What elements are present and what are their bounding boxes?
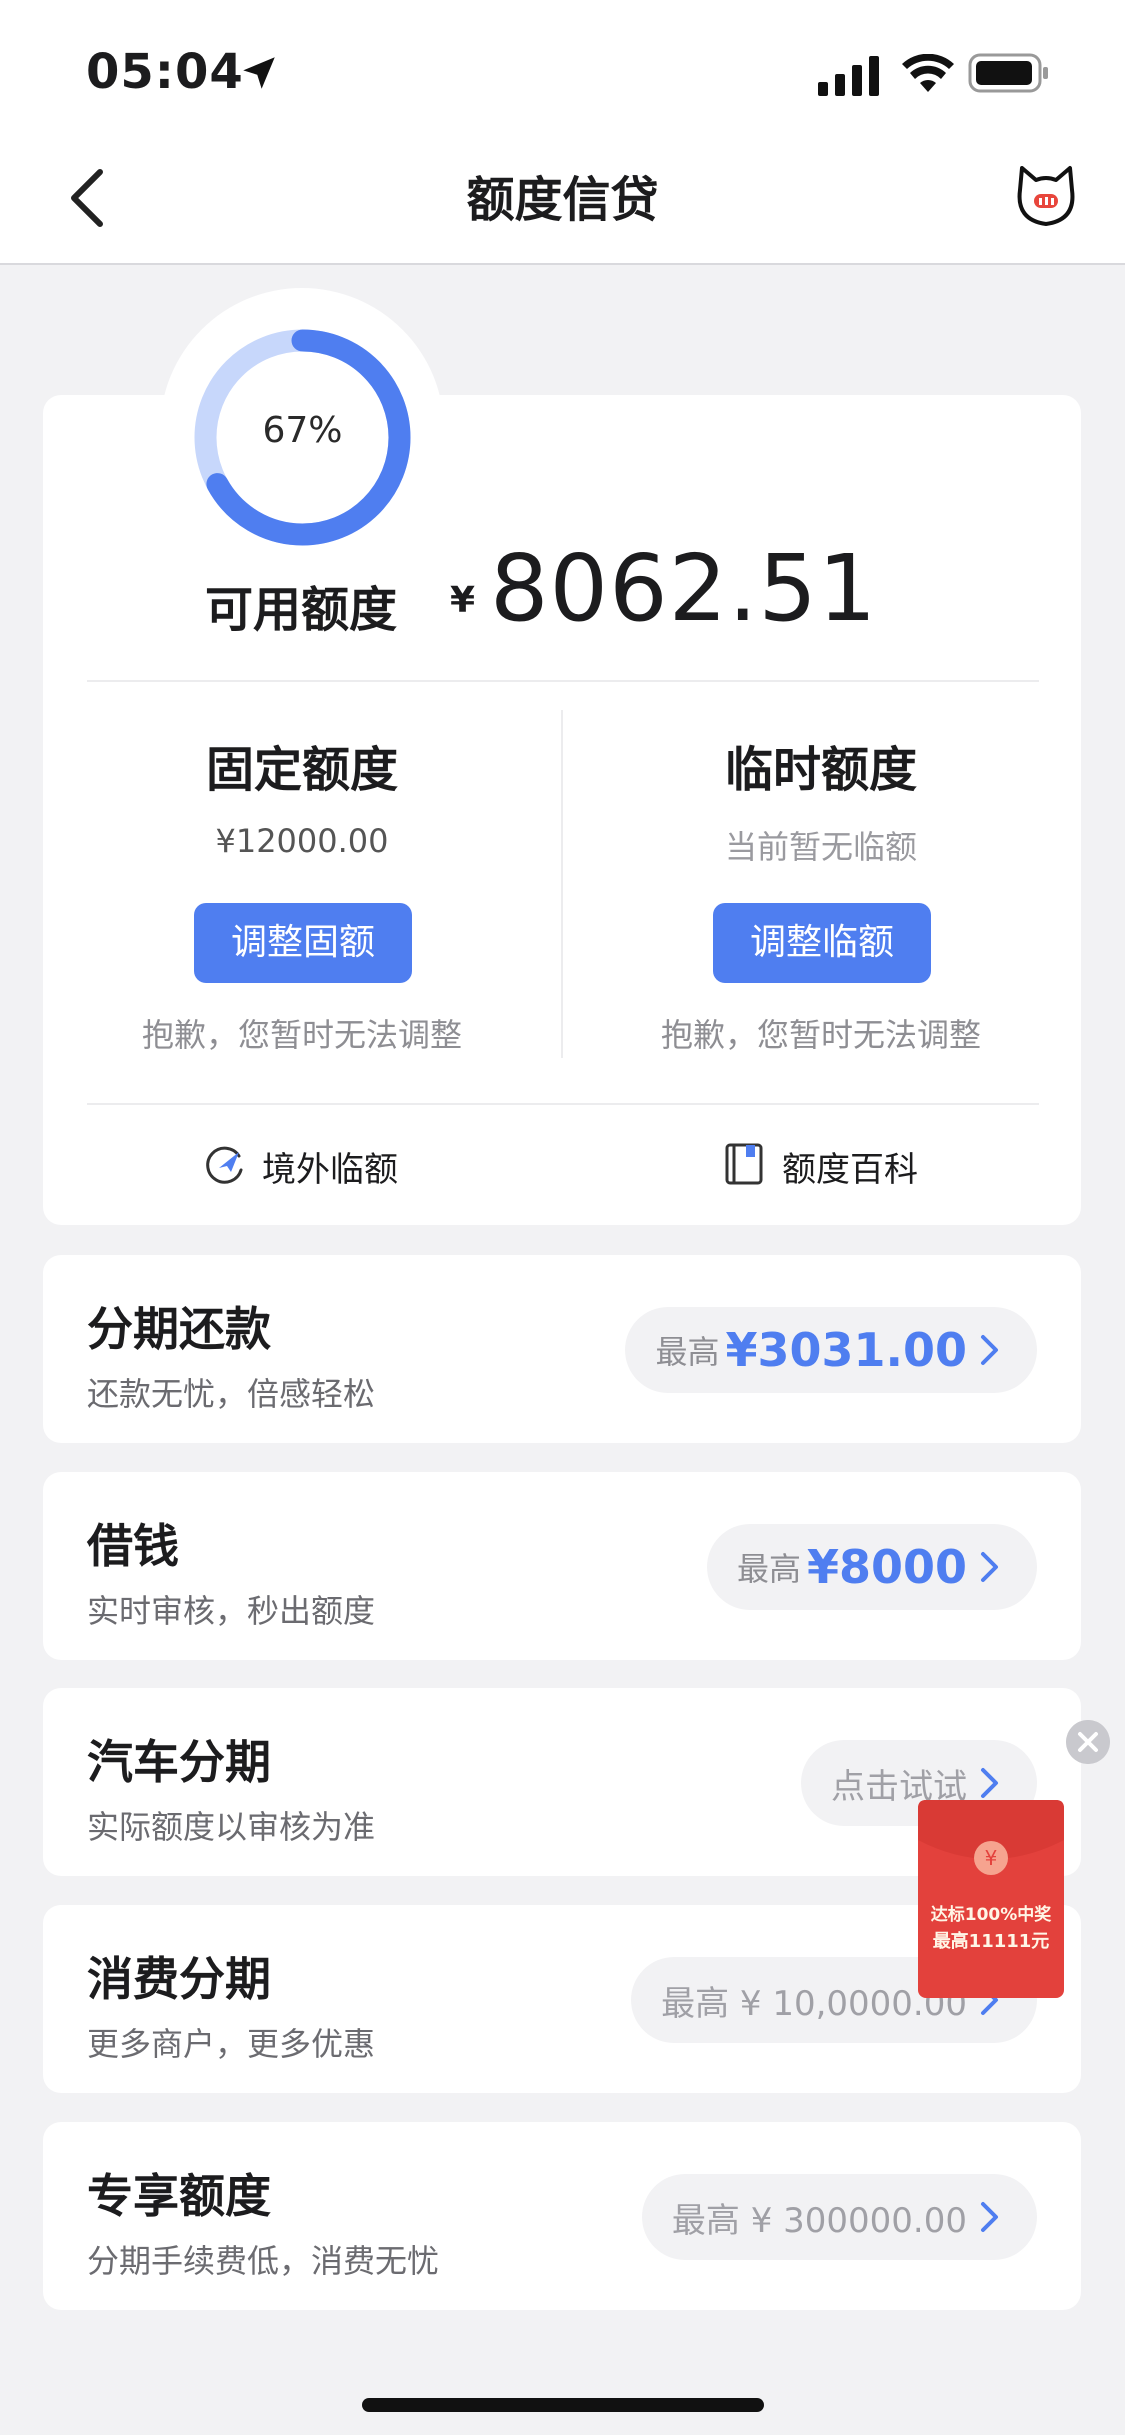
list-item-installment-repay[interactable]: 分期还款 还款无忧，倍感轻松 最高 ¥3031.00: [43, 1255, 1081, 1443]
page-title: 额度信贷: [466, 172, 659, 228]
book-icon: [725, 1143, 763, 1185]
list-item-subtitle: 分期手续费低，消费无忧: [87, 2242, 440, 2280]
list-item-subtitle: 实时审核，秒出额度: [87, 1592, 376, 1630]
list-item-subtitle: 实际额度以审核为准: [87, 1808, 376, 1846]
list-item-title: 借钱: [87, 1519, 179, 1573]
pill-prefix: 最高: [655, 1333, 720, 1371]
chevron-right-icon: [981, 1552, 998, 1582]
overseas-credit-link[interactable]: 境外临额: [262, 1142, 398, 1191]
list-item-title: 专享额度: [87, 2169, 271, 2223]
list-item-subtitle: 还款无忧，倍感轻松: [87, 1375, 376, 1413]
battery-icon: [968, 53, 1048, 93]
adjust-temporary-button[interactable]: 调整临额: [713, 903, 931, 983]
list-item-title: 分期还款: [87, 1302, 271, 1356]
chevron-right-icon: [981, 2202, 998, 2232]
currency-symbol: ¥: [450, 580, 476, 621]
adjust-fixed-button[interactable]: 调整固额: [194, 903, 412, 983]
amount-pill[interactable]: 最高 ¥8000: [706, 1524, 1037, 1610]
pill-value: ¥3031.00: [725, 1323, 967, 1377]
available-credit-amount: 8062.51: [490, 535, 878, 642]
cat-assistant-icon[interactable]: [1010, 160, 1082, 232]
column-divider: [561, 710, 563, 1058]
list-item-exclusive-credit[interactable]: 专享额度 分期手续费低，消费无忧 最高 ¥ 300000.00: [43, 2122, 1081, 2310]
pill-prefix: 最高: [736, 1550, 801, 1588]
fixed-credit-value: ¥12000.00: [215, 822, 389, 860]
cellular-signal-icon: [818, 56, 879, 96]
temporary-credit-note: 抱歉，您暂时无法调整: [660, 1016, 981, 1054]
usage-percent: 67%: [262, 410, 343, 451]
promo-line-2: 最高11111元: [933, 1930, 1050, 1952]
chevron-right-icon: [981, 1768, 998, 1798]
overseas-plane-icon: [206, 1146, 243, 1184]
location-arrow-icon: [243, 57, 275, 89]
pill-value: ¥8000: [806, 1540, 967, 1594]
divider: [87, 680, 1039, 682]
fixed-credit-title: 固定额度: [205, 742, 398, 798]
credit-wiki-link[interactable]: 额度百科: [782, 1142, 918, 1191]
available-credit-label: 可用额度: [205, 582, 398, 638]
chevron-right-icon: [981, 1335, 998, 1365]
close-icon[interactable]: [1066, 1720, 1110, 1764]
pill-value: 最高 ¥ 300000.00: [671, 2200, 967, 2241]
list-item-subtitle: 更多商户，更多优惠: [87, 2025, 376, 2063]
list-item-title: 消费分期: [87, 1952, 271, 2006]
list-item-borrow[interactable]: 借钱 实时审核，秒出额度 最高 ¥8000: [43, 1472, 1081, 1660]
fixed-credit-note: 抱歉，您暂时无法调整: [141, 1016, 462, 1054]
status-time: 05:04: [86, 44, 244, 100]
amount-pill[interactable]: 最高 ¥ 300000.00: [641, 2174, 1037, 2260]
temporary-credit-title: 临时额度: [724, 742, 917, 798]
home-indicator[interactable]: [362, 2398, 764, 2412]
red-envelope-promo[interactable]: ¥ 达标100%中奖 最高11111元: [918, 1800, 1064, 1998]
amount-pill[interactable]: 最高 ¥3031.00: [625, 1307, 1037, 1393]
list-item-title: 汽车分期: [87, 1735, 271, 1789]
temporary-credit-value: 当前暂无临额: [724, 828, 917, 866]
divider: [87, 1103, 1039, 1105]
wifi-icon: [902, 54, 954, 92]
red-envelope-coin: ¥: [985, 1846, 998, 1870]
promo-line-1: 达标100%中奖: [931, 1904, 1053, 1925]
